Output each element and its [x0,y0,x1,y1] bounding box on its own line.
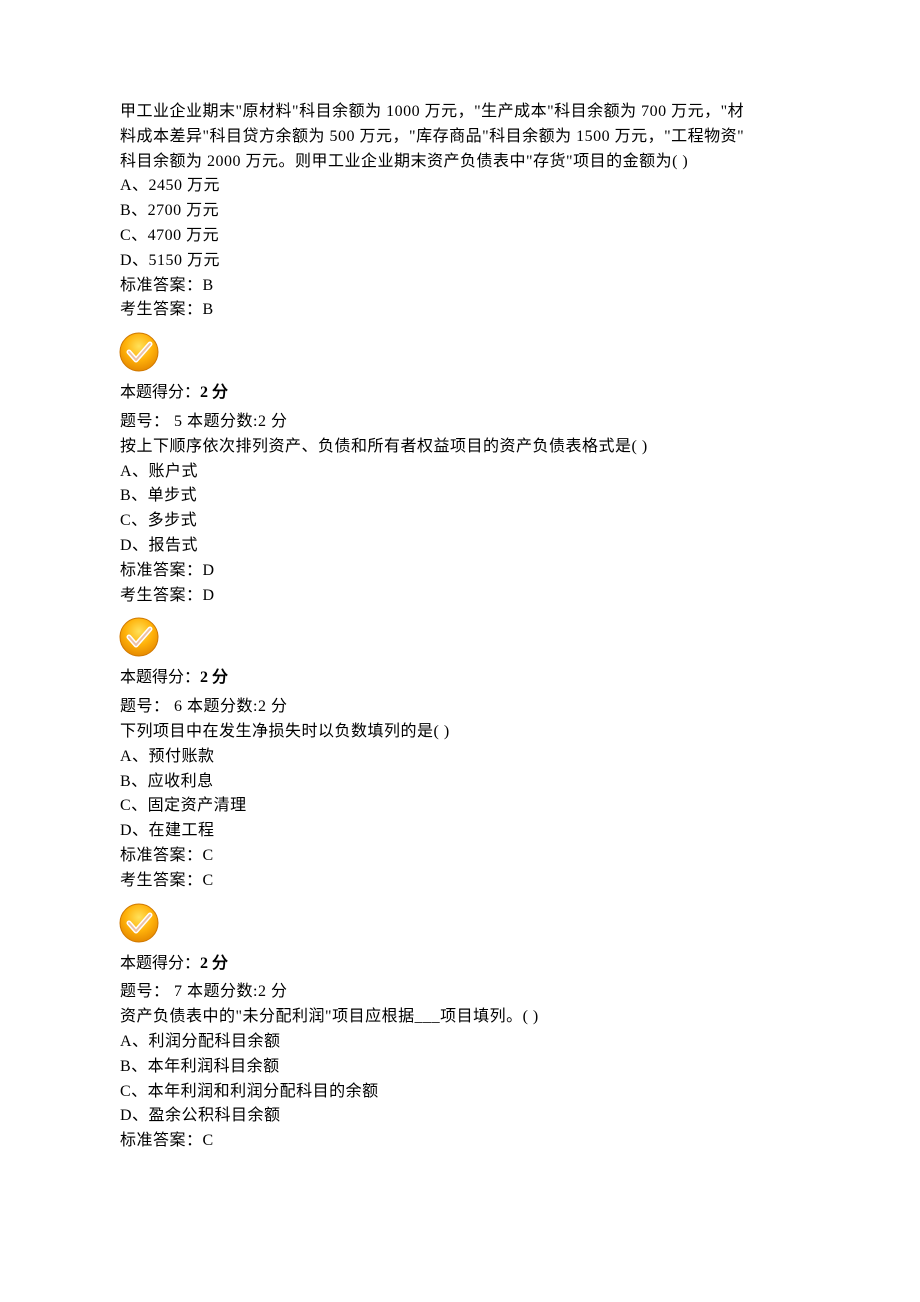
score-value: 2 分 [200,955,228,972]
question-stem: 下列项目中在发生净损失时以负数填列的是( ) [120,720,800,745]
score-label: 本题得分： [120,384,200,401]
score-label: 本题得分： [120,955,200,972]
option-d: D、5150 万元 [120,249,800,274]
question-stem: 资产负债表中的"未分配利润"项目应根据___项目填列。( ) [120,1005,800,1030]
question-header: 题号： 6 本题分数:2 分 [120,695,800,720]
question-6: 题号： 6 本题分数:2 分 下列项目中在发生净损失时以负数填列的是( ) A、… [120,695,800,976]
score-line: 本题得分：2 分 [120,381,800,406]
question-7: 题号： 7 本题分数:2 分 资产负债表中的"未分配利润"项目应根据___项目填… [120,980,800,1154]
option-c: C、本年利润和利润分配科目的余额 [120,1080,800,1105]
score-line: 本题得分：2 分 [120,666,800,691]
score-label: 本题得分： [120,669,200,686]
option-b: B、本年利润科目余额 [120,1055,800,1080]
correct-check-icon [118,616,160,658]
score-value: 2 分 [200,669,228,686]
option-b: B、应收利息 [120,770,800,795]
option-b: B、2700 万元 [120,199,800,224]
question-stem-line: 甲工业企业期末"原材料"科目余额为 1000 万元，"生产成本"科目余额为 70… [120,100,800,125]
option-c: C、多步式 [120,509,800,534]
standard-answer: 标准答案：C [120,1129,800,1154]
standard-answer: 标准答案：C [120,844,800,869]
option-a: A、预付账款 [120,745,800,770]
option-d: D、在建工程 [120,819,800,844]
correct-check-icon [118,331,160,373]
question-stem-line: 科目余额为 2000 万元。则甲工业企业期末资产负债表中"存货"项目的金额为( … [120,150,800,175]
student-answer: 考生答案：D [120,584,800,609]
standard-answer: 标准答案：B [120,274,800,299]
correct-check-icon [118,902,160,944]
score-line: 本题得分：2 分 [120,952,800,977]
score-value: 2 分 [200,384,228,401]
option-c: C、固定资产清理 [120,794,800,819]
option-a: A、利润分配科目余额 [120,1030,800,1055]
question-5: 题号： 5 本题分数:2 分 按上下顺序依次排列资产、负债和所有者权益项目的资产… [120,410,800,691]
option-d: D、盈余公积科目余额 [120,1104,800,1129]
question-header: 题号： 5 本题分数:2 分 [120,410,800,435]
option-a: A、2450 万元 [120,174,800,199]
student-answer: 考生答案：C [120,869,800,894]
option-c: C、4700 万元 [120,224,800,249]
option-b: B、单步式 [120,484,800,509]
option-a: A、账户式 [120,460,800,485]
question-header: 题号： 7 本题分数:2 分 [120,980,800,1005]
question-stem-line: 料成本差异"科目贷方余额为 500 万元，"库存商品"科目余额为 1500 万元… [120,125,800,150]
standard-answer: 标准答案：D [120,559,800,584]
student-answer: 考生答案：B [120,298,800,323]
question-4: 甲工业企业期末"原材料"科目余额为 1000 万元，"生产成本"科目余额为 70… [120,100,800,406]
page-content: 甲工业企业期末"原材料"科目余额为 1000 万元，"生产成本"科目余额为 70… [0,0,920,1218]
question-stem: 按上下顺序依次排列资产、负债和所有者权益项目的资产负债表格式是( ) [120,435,800,460]
option-d: D、报告式 [120,534,800,559]
